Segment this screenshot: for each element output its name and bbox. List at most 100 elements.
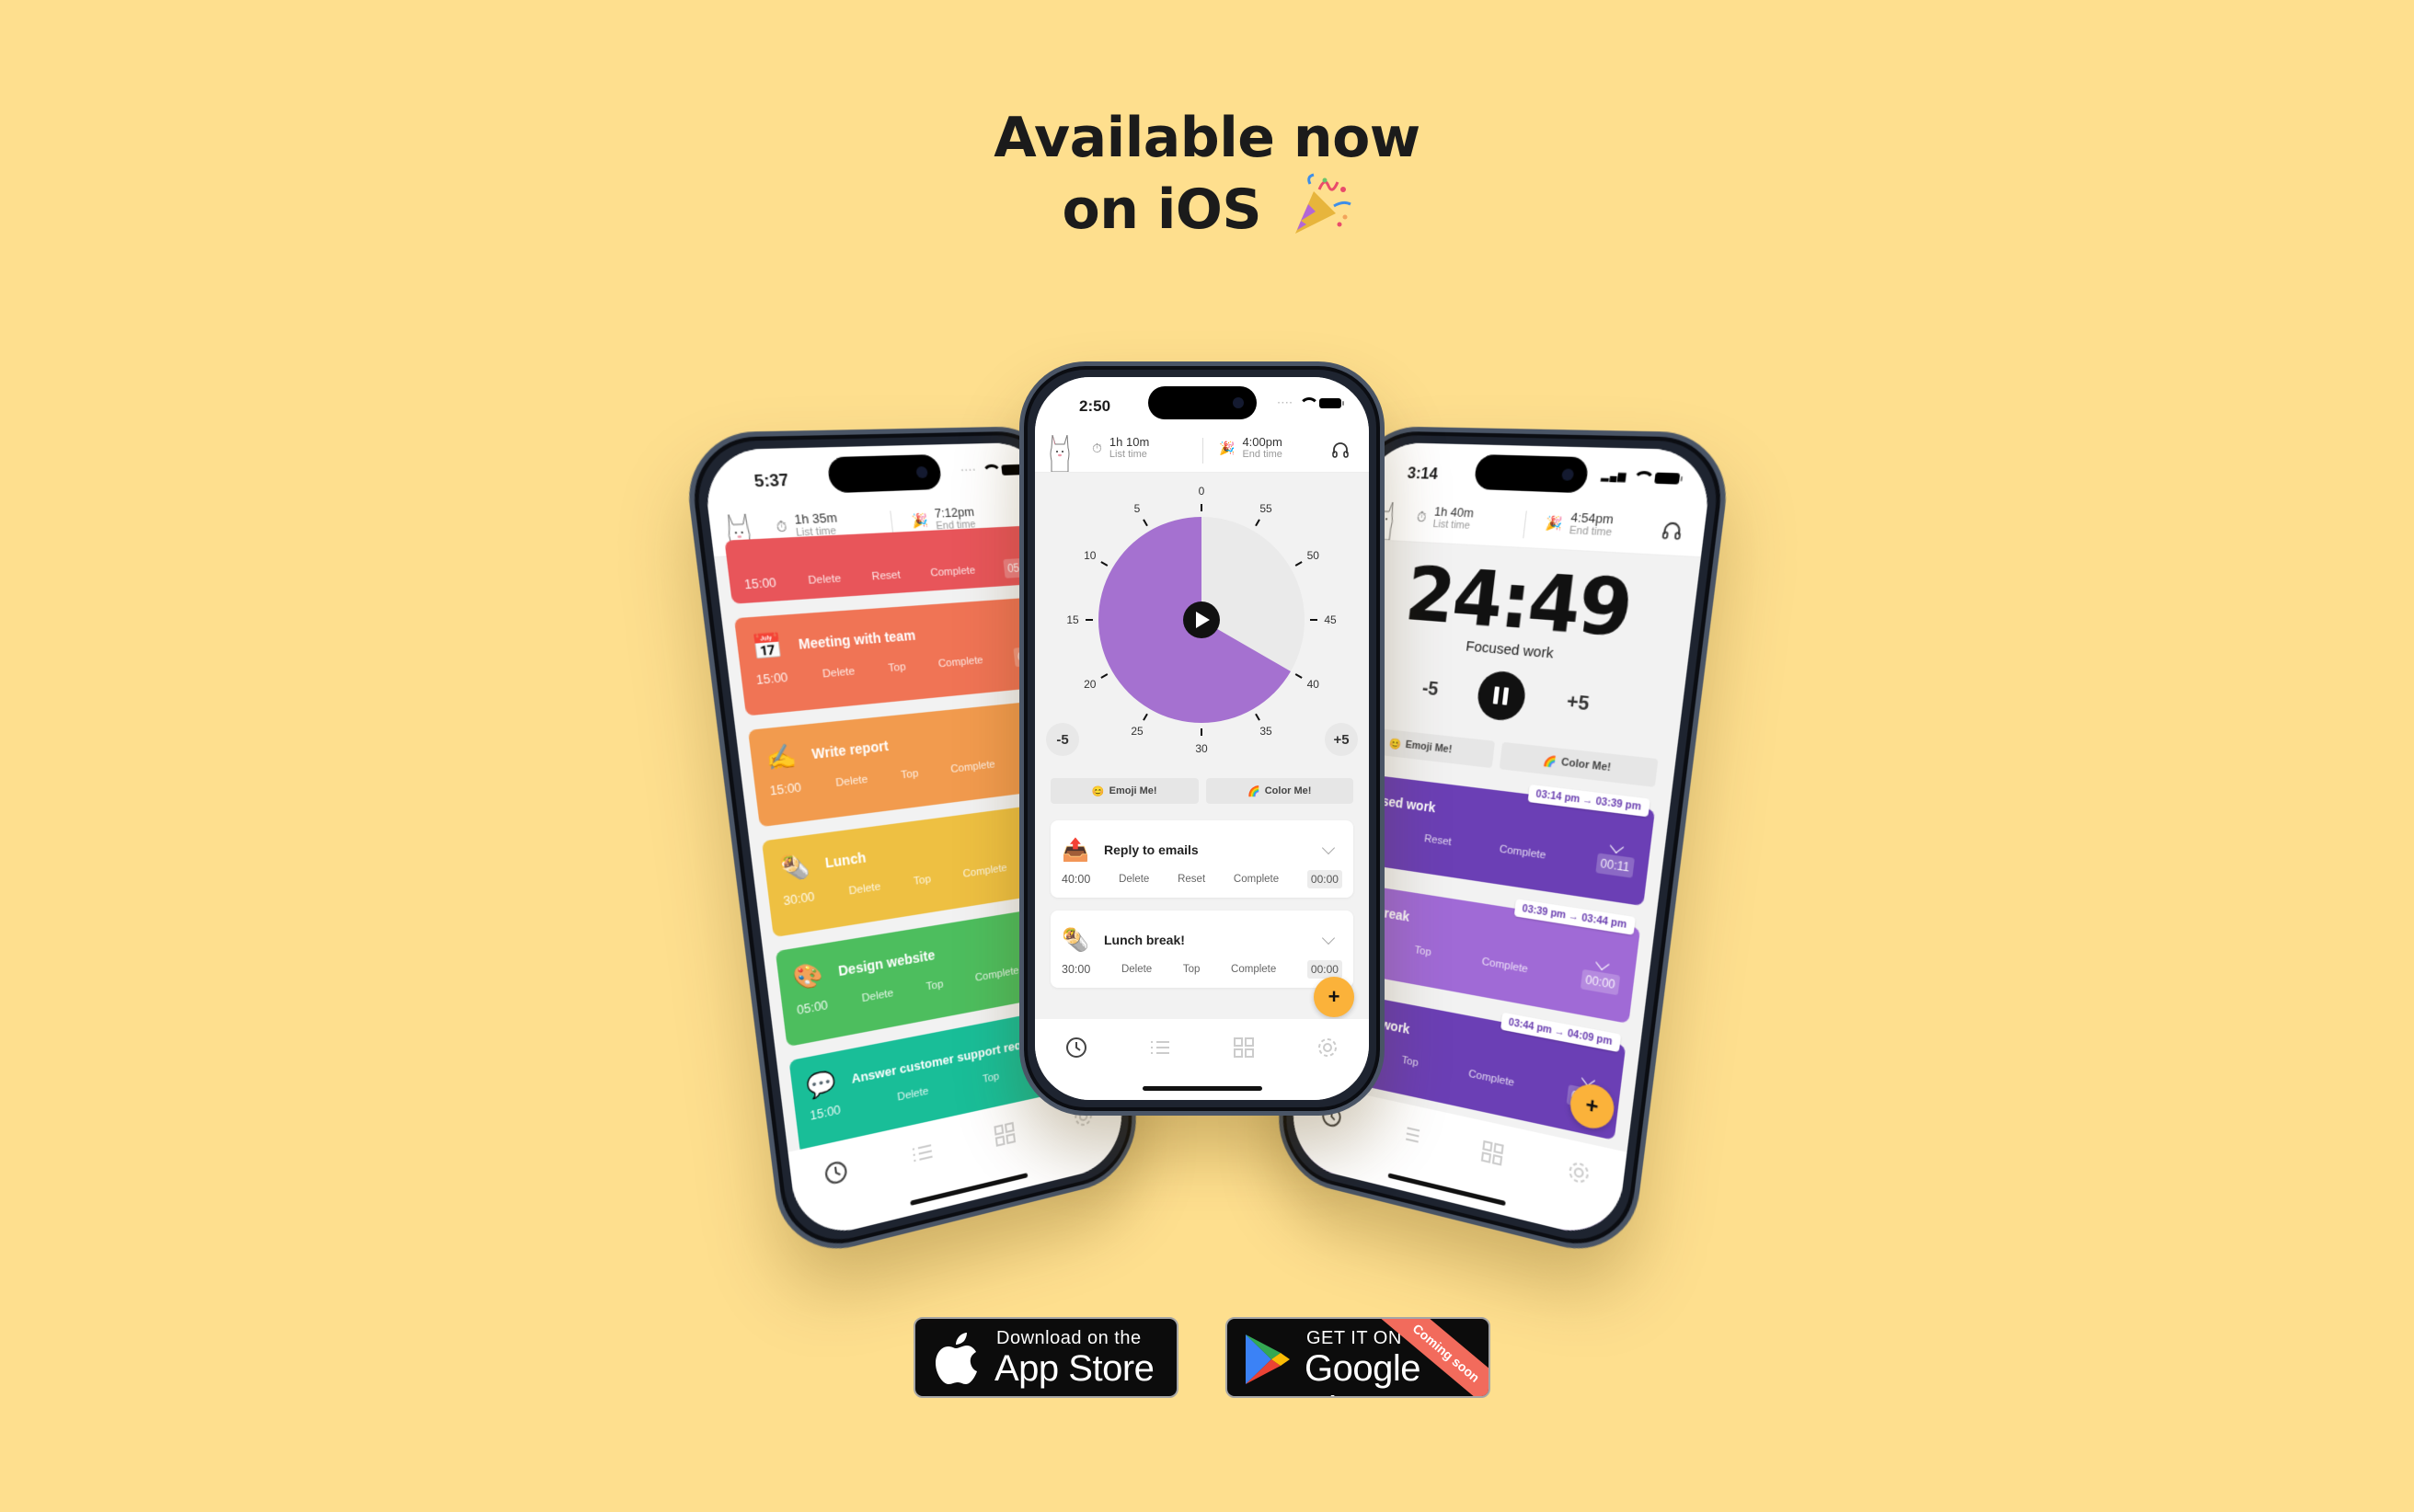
status-time: 3:14 xyxy=(1406,464,1440,484)
tab-settings-gear-icon[interactable] xyxy=(1564,1157,1592,1188)
complete-button[interactable]: Complete xyxy=(1468,1068,1515,1089)
chevron-down-icon[interactable] xyxy=(1609,839,1625,854)
plus-5-button[interactable]: +5 xyxy=(1325,723,1358,756)
google-play-small-text: GET IT ON xyxy=(1306,1328,1402,1348)
tab-list-icon[interactable] xyxy=(909,1138,936,1168)
complete-button[interactable]: Complete xyxy=(950,759,996,775)
stopwatch-icon: ⏱ xyxy=(775,518,788,535)
task-timer: 00:00 xyxy=(1306,960,1342,979)
task-timer: 00:00 xyxy=(1580,968,1621,996)
task-card[interactable]: 📤 Reply to emails 40:00 Delete Reset Com… xyxy=(1051,820,1353,898)
center-screen: 2:50 ···· ⏱ 1h 10m List time 🎉 4:00pm End … xyxy=(1035,377,1369,1100)
llama-mascot-icon xyxy=(1050,435,1070,472)
color-me-button[interactable]: 🌈 Color Me! xyxy=(1205,778,1353,804)
home-indicator xyxy=(1142,1086,1262,1091)
top-button[interactable]: Top xyxy=(901,768,919,782)
headline-line-2: on iOS xyxy=(0,173,2414,245)
task-title: Meeting with team xyxy=(797,626,916,653)
reset-button[interactable]: Reset xyxy=(871,569,901,583)
party-popper-icon: 🎉 xyxy=(911,511,929,529)
delete-button[interactable]: Delete xyxy=(822,666,856,681)
dial-tick xyxy=(1294,561,1303,567)
complete-button[interactable]: Complete xyxy=(930,565,976,579)
complete-button[interactable]: Complete xyxy=(1231,964,1276,975)
delete-button[interactable]: Delete xyxy=(835,773,868,789)
speech-bubble-icon: 💬 xyxy=(804,1068,838,1101)
pause-button[interactable] xyxy=(1475,669,1528,723)
outbox-tray-icon: 📤 xyxy=(1062,837,1089,863)
dial-tick-label: 50 xyxy=(1307,549,1320,562)
wifi-icon xyxy=(1299,397,1319,408)
dial-tick-label: 15 xyxy=(1066,613,1079,626)
complete-button[interactable]: Complete xyxy=(1234,874,1279,885)
tab-grid-icon[interactable] xyxy=(1478,1138,1505,1168)
dial-tick-label: 10 xyxy=(1084,549,1097,562)
minus-5-button[interactable]: -5 xyxy=(1421,677,1440,700)
dynamic-island xyxy=(1473,453,1590,494)
timer-dial[interactable]: 0 5 10 15 20 25 30 35 40 45 50 55 -5 +5 xyxy=(1035,473,1369,776)
app-store-badge[interactable]: Download on the App Store xyxy=(914,1317,1178,1398)
delete-button[interactable]: Delete xyxy=(861,988,894,1005)
dial-tick xyxy=(1143,713,1148,721)
tab-grid-icon[interactable] xyxy=(1232,1036,1256,1060)
complete-button[interactable]: Complete xyxy=(1499,843,1546,862)
complete-button[interactable]: Complete xyxy=(937,655,983,670)
plus-5-button[interactable]: +5 xyxy=(1566,691,1591,716)
complete-button[interactable]: Complete xyxy=(962,863,1007,880)
party-popper-icon xyxy=(1288,173,1352,237)
time-range-badge: 03:14 pm → 03:39 pm xyxy=(1527,784,1650,818)
top-button[interactable]: Top xyxy=(925,979,944,993)
headphones-icon[interactable] xyxy=(1332,441,1349,458)
dial-tick-label: 25 xyxy=(1131,725,1144,738)
battery-icon xyxy=(1654,472,1681,485)
delete-button[interactable]: Delete xyxy=(808,573,842,587)
chevron-down-icon[interactable] xyxy=(1321,931,1336,945)
google-play-badge[interactable]: GET IT ON Google Play Coming soon xyxy=(1225,1317,1490,1398)
tab-list-icon[interactable] xyxy=(1148,1036,1172,1060)
delete-button[interactable]: Delete xyxy=(897,1085,929,1104)
rainbow-icon: 🌈 xyxy=(1247,785,1260,797)
emoji-me-button[interactable]: 😊 Emoji Me! xyxy=(1051,778,1199,804)
wifi-icon xyxy=(982,464,997,476)
top-button[interactable]: Top xyxy=(1401,1055,1419,1070)
top-button[interactable]: Top xyxy=(1414,945,1431,958)
top-button[interactable]: Top xyxy=(982,1071,999,1085)
reset-button[interactable]: Reset xyxy=(1178,874,1205,885)
party-popper-icon: 🎉 xyxy=(1545,514,1564,532)
chevron-down-icon[interactable] xyxy=(1321,841,1336,855)
top-button[interactable]: Top xyxy=(888,661,906,674)
dial-tick-label: 55 xyxy=(1259,502,1272,515)
dial-svg[interactable]: 0 5 10 15 20 25 30 35 40 45 50 55 xyxy=(1035,473,1369,776)
headphones-icon[interactable] xyxy=(1661,521,1683,540)
calendar-icon: 📅 xyxy=(750,631,785,662)
tab-list-icon[interactable] xyxy=(1397,1119,1423,1149)
reset-button[interactable]: Reset xyxy=(1423,833,1452,848)
task-duration: 30:00 xyxy=(1062,963,1091,976)
task-card[interactable]: 📅 Meeting with team 15:00 Delete Top Com… xyxy=(733,595,1063,716)
tab-timer-clock-icon[interactable] xyxy=(822,1157,851,1188)
tab-grid-icon[interactable] xyxy=(992,1119,1017,1149)
pause-icon xyxy=(1493,686,1500,704)
headline: Available now on iOS xyxy=(0,103,2414,245)
chip-row: 😊 Emoji Me! 🌈 Color Me! xyxy=(1035,778,1369,804)
task-card[interactable]: 🌯 Lunch break! 30:00 Delete Top Complete… xyxy=(1051,911,1353,988)
writing-hand-icon: ✍️ xyxy=(764,741,799,773)
task-timer: 00:00 xyxy=(1306,870,1342,888)
top-button[interactable]: Top xyxy=(914,874,932,888)
add-task-button[interactable]: + xyxy=(1314,977,1354,1017)
delete-button[interactable]: Delete xyxy=(848,881,881,898)
complete-button[interactable]: Complete xyxy=(1481,956,1528,975)
battery-icon xyxy=(1319,397,1344,408)
color-me-button[interactable]: 🌈 Color Me! xyxy=(1499,741,1659,787)
top-button[interactable]: Top xyxy=(1183,964,1201,975)
chevron-down-icon[interactable] xyxy=(1595,956,1610,971)
dial-tick-label: 0 xyxy=(1199,485,1205,498)
minus-5-button[interactable]: -5 xyxy=(1046,723,1079,756)
delete-button[interactable]: Delete xyxy=(1121,964,1152,975)
smiley-icon: 😊 xyxy=(1388,738,1402,750)
tab-timer-clock-icon[interactable] xyxy=(1064,1036,1088,1060)
dial-tick-label: 5 xyxy=(1134,502,1141,515)
tab-settings-gear-icon[interactable] xyxy=(1316,1036,1339,1060)
delete-button[interactable]: Delete xyxy=(1119,874,1149,885)
complete-button[interactable]: Complete xyxy=(974,965,1019,984)
